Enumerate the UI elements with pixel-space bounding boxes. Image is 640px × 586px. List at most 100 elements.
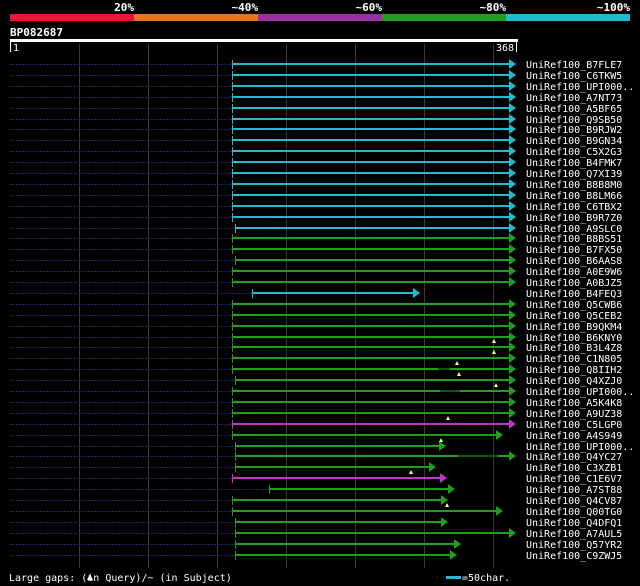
hit-label[interactable]: UniRef100_C6TKW5 [526,71,622,82]
alignment-bar[interactable] [232,74,510,76]
alignment-bar[interactable] [232,150,510,152]
hit-label[interactable]: UniRef100_A9UZ38 [526,409,622,420]
hit-label[interactable]: UniRef100_C6TBX2 [526,202,622,213]
alignment-arrow [448,484,455,494]
hit-label[interactable]: UniRef100_B8LM66 [526,191,622,202]
hit-label[interactable]: UniRef100_Q7XI39 [526,169,622,180]
hit-label[interactable]: UniRef100_Q8IIH2 [526,365,622,376]
alignment-bar[interactable] [232,499,442,501]
hit-label[interactable]: UniRef100_UPI000.. [526,82,634,93]
alignment-bar[interactable] [232,510,497,512]
alignment-bar[interactable] [232,216,510,218]
hit-label[interactable]: UniRef100_B9QKM4 [526,322,622,333]
hit-label[interactable]: UniRef100_A7ST88 [526,485,622,496]
hit-label[interactable]: UniRef100_A4S949 [526,431,622,442]
hit-label[interactable]: UniRef100_Q4CV87 [526,496,622,507]
alignment-bar[interactable] [232,346,510,348]
alignment-bar[interactable] [252,292,414,294]
hit-label[interactable]: UniRef100_Q4DFQ1 [526,518,622,529]
alignment-bar[interactable] [232,477,441,479]
hit-label[interactable]: UniRef100_Q57YR2 [526,540,622,551]
hit-label[interactable]: UniRef100_C1E6V7 [526,474,622,485]
hit-label[interactable]: UniRef100_A0BJZ5 [526,278,622,289]
alignment-bar[interactable] [235,554,451,556]
identity-scale-label: ~60% [356,1,383,14]
alignment-bar[interactable] [232,325,510,327]
alignment-bar[interactable] [232,194,510,196]
alignment-bar[interactable] [232,107,510,109]
alignment-bar[interactable] [269,488,449,490]
alignment-bar[interactable] [232,390,510,392]
alignment-bar[interactable] [232,128,510,130]
alignment-bar[interactable] [232,434,497,436]
blast-alignment-viewer: 20% ~40% ~60% ~80% ~100% BP082687 1 368 UniRef10… [9,1,634,584]
alignment-bar[interactable] [235,543,455,545]
hit-label[interactable]: UniRef100_B7FX50 [526,245,622,256]
hit-label[interactable]: UniRef100_Q5CEB2 [526,311,622,322]
alignment-bar[interactable] [232,336,510,338]
alignment-arrow [509,353,516,363]
identity-scale-segment [506,14,630,21]
alignment-bar[interactable] [235,445,440,447]
alignment-bar[interactable] [235,521,442,523]
alignment-bar[interactable] [232,412,510,414]
hit-label[interactable]: UniRef100_Q4XZJ0 [526,376,622,387]
hit-label[interactable]: UniRef100_A5BF65 [526,104,622,115]
alignment-bar[interactable] [232,270,510,272]
alignment-bar[interactable] [232,357,510,359]
hit-label[interactable]: UniRef100_A0E9W6 [526,267,622,278]
alignment-bar[interactable] [232,368,510,370]
hit-label[interactable]: UniRef100_UPI000.. [526,387,634,398]
alignment-arrow [509,233,516,243]
alignment-bar[interactable] [232,63,510,65]
alignment-bar[interactable] [232,96,510,98]
hit-label[interactable]: UniRef100_C9ZWJ5 [526,551,622,562]
hit-label[interactable]: UniRef100_C5LGP0 [526,420,622,431]
hit-label[interactable]: UniRef100_B9RJW2 [526,125,622,136]
alignment-bar[interactable] [232,205,510,207]
alignment-bar[interactable] [232,139,510,141]
alignment-bar[interactable] [232,248,510,250]
hit-label[interactable]: UniRef100_B4FMK7 [526,158,622,169]
hit-label[interactable]: UniRef100_C3XZB1 [526,463,622,474]
alignment-bar[interactable] [232,172,510,174]
hit-label[interactable]: UniRef100_B6AAS8 [526,256,622,267]
hit-label[interactable]: UniRef100_B3L4Z8 [526,343,622,354]
alignment-arrow [509,321,516,331]
alignment-bar[interactable] [232,85,510,87]
hit-label[interactable]: UniRef100_C1N805 [526,354,622,365]
alignment-arrow [509,201,516,211]
alignment-bar[interactable] [232,183,510,185]
hit-label[interactable]: UniRef100_B8BS51 [526,234,622,245]
alignment-bar[interactable] [232,423,510,425]
hit-label[interactable]: UniRef100_B4FEQ3 [526,289,622,300]
alignment-bar[interactable] [232,118,510,120]
hit-label[interactable]: UniRef100_B7FLE7 [526,60,622,71]
alignment-bar[interactable] [232,237,510,239]
alignment-bar[interactable] [235,532,510,534]
alignment-bar[interactable] [235,259,510,261]
alignment-bar[interactable] [232,401,510,403]
hit-label[interactable]: UniRef100_A7NT73 [526,93,622,104]
alignment-arrow [509,135,516,145]
alignment-bar[interactable] [235,466,430,468]
hit-label[interactable]: UniRef100_Q4YC27 [526,452,622,463]
alignment-bar[interactable] [235,379,510,381]
hit-label[interactable]: UniRef100_Q5CWB6 [526,300,622,311]
alignment-bar[interactable] [232,161,510,163]
alignment-arrow [509,397,516,407]
scale-legend-bar [446,576,461,579]
hit-label[interactable]: UniRef100_Q00TG0 [526,507,622,518]
alignment-arrow [509,408,516,418]
alignment-bar[interactable] [232,281,510,283]
alignment-bar[interactable] [235,227,510,229]
hit-label[interactable]: UniRef100_B9R7Z0 [526,213,622,224]
hit-label[interactable]: UniRef100_A7AUL5 [526,529,622,540]
alignment-bar[interactable] [232,303,510,305]
query-gap-marker [455,361,459,365]
hit-label[interactable]: UniRef100_B8B8M0 [526,180,622,191]
hit-label[interactable]: UniRef100_A5K4K8 [526,398,622,409]
alignment-bar[interactable] [232,314,510,316]
hit-label[interactable]: UniRef100_B9GN34 [526,136,622,147]
hit-label[interactable]: UniRef100_C5X2G3 [526,147,622,158]
